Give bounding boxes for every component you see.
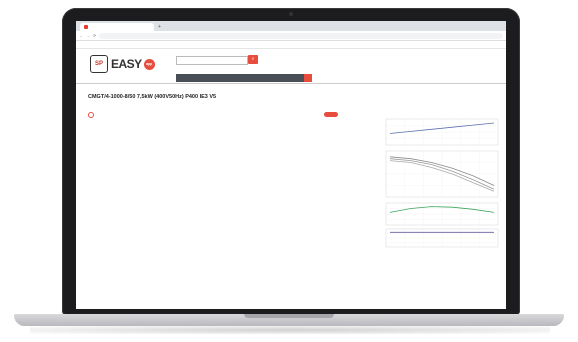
easy-logo[interactable]: SP EASY app [90, 55, 156, 73]
laptop-scene: + ← → ⟳ SP EASY app ⌕ CMGT/4-1000-8/50 7… [0, 0, 578, 342]
app-header: SP EASY app ⌕ [76, 49, 506, 84]
main-content: CMGT/4-1000-8/50 7,5kW (400V50Hz) P400 I… [76, 93, 506, 303]
laptop-lid: + ← → ⟳ SP EASY app ⌕ CMGT/4-1000-8/50 7… [62, 8, 520, 315]
search-icon: ⌕ [251, 56, 255, 62]
camera-icon [289, 12, 293, 16]
bookmarks-bar [76, 41, 506, 49]
logo-circle: app [143, 58, 155, 70]
browser-tabbar: + [76, 21, 506, 31]
reload-icon[interactable]: ⟳ [93, 33, 96, 38]
breadcrumb [76, 84, 506, 93]
forward-icon[interactable]: → [86, 33, 90, 38]
search-input[interactable] [176, 56, 248, 65]
url-input[interactable] [99, 32, 503, 39]
logo-text: EASY [111, 57, 142, 71]
search-button[interactable]: ⌕ [248, 55, 258, 64]
properties-panel [88, 111, 338, 301]
new-tab-button[interactable]: + [158, 23, 161, 31]
chart-svg [385, 118, 499, 248]
performance-charts [368, 111, 506, 301]
main-menu [176, 74, 304, 82]
laptop-screen: + ← → ⟳ SP EASY app ⌕ CMGT/4-1000-8/50 7… [76, 21, 506, 309]
browser-tab[interactable] [80, 23, 154, 31]
section-action-button[interactable] [324, 112, 338, 117]
menu-end-button[interactable] [304, 74, 312, 82]
favicon-icon [84, 25, 88, 29]
logo-badge: SP [90, 55, 108, 73]
page-title: CMGT/4-1000-8/50 7,5kW (400V50Hz) P400 I… [88, 94, 217, 100]
laptop-shadow [30, 326, 550, 334]
laptop-notch [244, 314, 334, 318]
address-bar: ← → ⟳ [76, 31, 506, 41]
section-header [88, 111, 338, 118]
laptop-base [14, 314, 564, 326]
back-icon[interactable]: ← [79, 33, 83, 38]
info-icon [88, 111, 94, 118]
